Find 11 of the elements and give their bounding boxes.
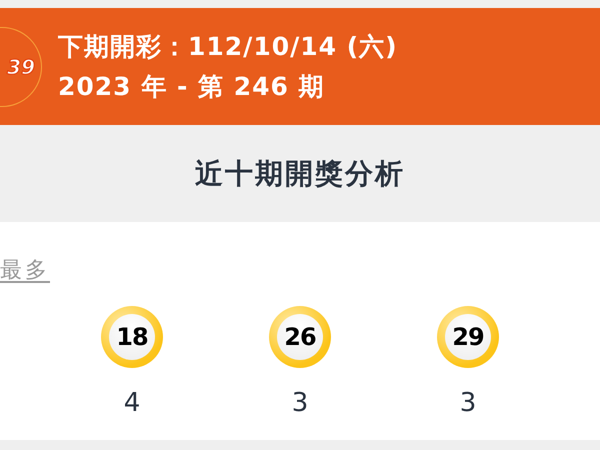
ball-number: 26 <box>284 322 316 353</box>
ball-number: 29 <box>452 322 484 353</box>
draw-period: 2023 年 - 第 246 期 <box>58 70 326 102</box>
ball-number: 18 <box>116 322 148 353</box>
next-draw-date: 下期開彩：112/10/14 (六) <box>58 30 398 62</box>
logo-text: 39 <box>7 54 35 80</box>
draw-count: 4 <box>124 387 140 420</box>
section-title: 近十期開獎分析 <box>195 156 405 192</box>
draw-count: 3 <box>460 387 476 420</box>
draw-count: 3 <box>292 387 308 420</box>
most-link[interactable]: 最多 <box>0 258 50 283</box>
